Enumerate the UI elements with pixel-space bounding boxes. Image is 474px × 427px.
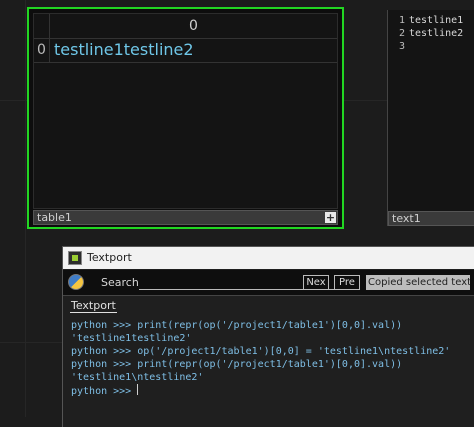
tab-textport[interactable]: Textport — [70, 299, 117, 313]
node-footer[interactable]: text1 — [388, 211, 474, 226]
search-label: Search — [101, 276, 139, 289]
textport-tabs: Textport — [63, 296, 474, 314]
table-row[interactable]: 0 testline1testline2 — [34, 38, 337, 63]
text-line: testline2 — [409, 28, 464, 39]
console-prompt-line[interactable]: python >>> — [71, 384, 474, 398]
console-line: python >>> print(repr(op('/project1/tabl… — [71, 320, 403, 331]
textport-titlebar[interactable]: Textport — [63, 247, 474, 269]
console-line: 'testline1\ntestline2' — [71, 372, 204, 383]
text-cursor — [137, 384, 139, 395]
next-button[interactable]: Nex — [303, 275, 329, 290]
window-title: Textport — [87, 251, 132, 264]
python-icon[interactable] — [68, 274, 84, 290]
table-header-row: 0 — [34, 14, 337, 39]
text-editor[interactable]: 1 2 3 testline1 testline2 — [388, 10, 474, 210]
node-footer[interactable]: table1 + — [33, 210, 338, 225]
console-prompt: python >>> — [71, 386, 138, 397]
table-cell[interactable]: testline1testline2 — [50, 38, 337, 62]
node-name-label[interactable]: table1 — [37, 211, 72, 224]
console-output[interactable]: python >>> print(repr(op('/project1/tabl… — [63, 314, 474, 427]
network-grid-line — [25, 0, 26, 417]
table-row-index: 0 — [34, 38, 50, 62]
textport-window[interactable]: Textport Search Nex Pre Copied selected … — [62, 246, 474, 427]
viewer-plus-icon[interactable]: + — [325, 212, 336, 223]
line-number: 1 — [398, 15, 405, 26]
console-line: python >>> op('/project1/table1')[0,0] =… — [71, 346, 451, 357]
text-content[interactable]: testline1 testline2 — [409, 14, 463, 40]
console-line: 'testline1testline2' — [71, 333, 192, 344]
table-corner-cell — [34, 14, 50, 38]
prev-button[interactable]: Pre — [334, 275, 360, 290]
line-number-gutter: 1 2 3 — [391, 14, 405, 53]
touchdesigner-app-icon — [68, 251, 82, 265]
line-number: 3 — [398, 41, 405, 52]
textport-toolbar: Search Nex Pre Copied selected text. — [63, 270, 474, 296]
text-line: testline1 — [409, 15, 464, 26]
table-viewer[interactable]: 0 0 testline1testline2 — [33, 13, 338, 209]
line-number: 2 — [398, 28, 405, 39]
text-node[interactable]: 1 2 3 testline1 testline2 text1 — [387, 10, 474, 226]
table-column-header[interactable]: 0 — [50, 14, 337, 38]
table-node[interactable]: 0 0 testline1testline2 table1 + — [27, 7, 344, 229]
console-line: python >>> print(repr(op('/project1/tabl… — [71, 359, 403, 370]
status-message: Copied selected text. — [366, 275, 470, 290]
node-name-label[interactable]: text1 — [392, 212, 421, 225]
